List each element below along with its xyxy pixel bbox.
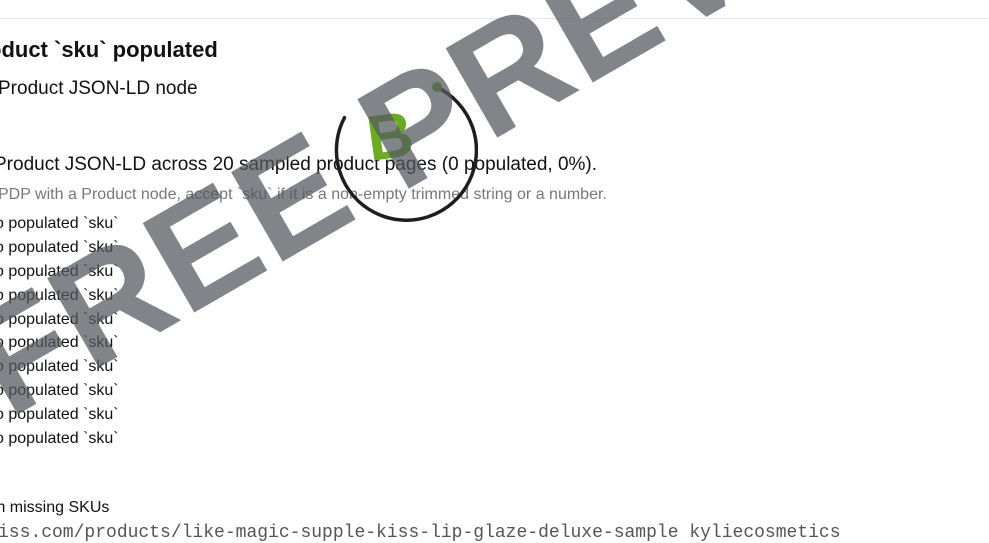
check-title: oduct `sku` populated	[0, 37, 218, 62]
list-item: o populated `sku`	[0, 262, 119, 280]
missing-skus-heading: th missing SKUs	[0, 499, 110, 516]
grade-badge: B	[318, 70, 478, 230]
list-item: o populated `sku`	[0, 238, 119, 256]
missing-sku-list: o populated `sku` o populated `sku` o po…	[0, 212, 119, 451]
check-detail-panel: oduct `sku` populated Product JSON-LD no…	[0, 0, 989, 543]
list-item: o populated `sku`	[0, 310, 119, 328]
check-summary: Product JSON-LD across 20 sampled produc…	[0, 154, 598, 175]
list-item: o populated `sku`	[0, 215, 119, 232]
grade-letter: B	[362, 97, 419, 175]
list-item: o populated `sku`	[0, 382, 119, 400]
check-subtitle: Product JSON-LD node	[0, 78, 198, 99]
list-item: o populated `sku`	[0, 430, 119, 448]
list-item: o populated `sku`	[0, 358, 119, 376]
list-item: o populated `sku`	[0, 286, 119, 304]
list-item: o populated `sku`	[0, 334, 119, 352]
list-item: o populated `sku`	[0, 406, 119, 424]
check-rule-description: PDP with a Product node, accept `sku` if…	[0, 186, 607, 203]
product-url[interactable]: iss.com/products/like-magic-supple-kiss-…	[0, 523, 841, 543]
